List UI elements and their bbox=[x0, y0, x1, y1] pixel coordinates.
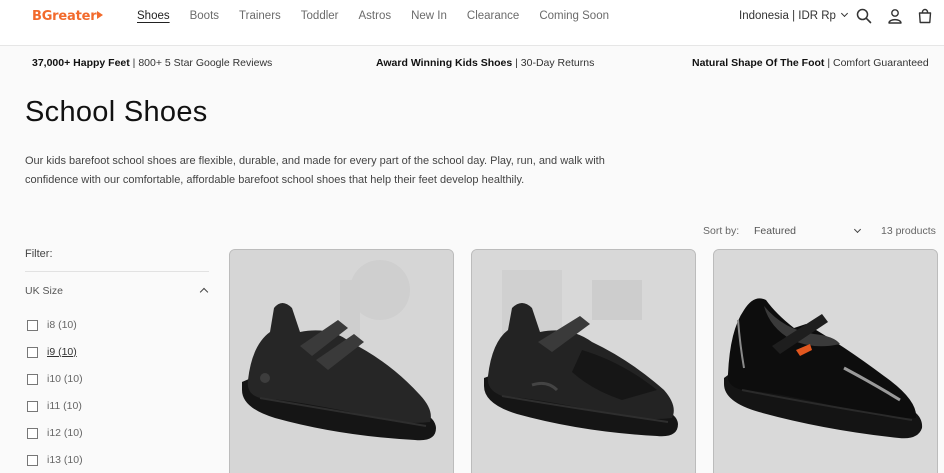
chevron-down-icon bbox=[853, 225, 861, 234]
divider bbox=[25, 308, 209, 309]
search-icon[interactable] bbox=[856, 8, 872, 24]
announcement-item: 37,000+ Happy Feet | 800+ 5 Star Google … bbox=[32, 57, 273, 69]
country-label: Indonesia | IDR Rp bbox=[739, 10, 836, 22]
sort-selected-value: Featured bbox=[754, 225, 797, 237]
account-icon[interactable] bbox=[887, 8, 903, 24]
divider bbox=[25, 271, 209, 272]
checkbox[interactable] bbox=[27, 400, 38, 412]
product-image[interactable] bbox=[472, 250, 696, 473]
checkbox[interactable] bbox=[27, 427, 38, 439]
site-header: BGreater Shoes Boots Trainers Toddler As… bbox=[0, 0, 944, 46]
filter-option-i13[interactable]: i13 (10) bbox=[27, 454, 83, 466]
filter-option-i12[interactable]: i12 (10) bbox=[27, 427, 83, 439]
sort-select[interactable]: Featured bbox=[754, 225, 861, 237]
checkbox[interactable] bbox=[27, 454, 38, 466]
announcement-item: Award Winning Kids Shoes | 30-Day Return… bbox=[376, 57, 595, 69]
chevron-down-icon bbox=[840, 9, 848, 18]
checkbox[interactable] bbox=[27, 346, 38, 358]
nav-new-in[interactable]: New In bbox=[411, 10, 447, 22]
nav-clearance[interactable]: Clearance bbox=[467, 10, 519, 22]
nav-toddler[interactable]: Toddler bbox=[301, 10, 339, 22]
nav-shoes[interactable]: Shoes bbox=[137, 10, 170, 22]
filter-option-i8[interactable]: i8 (10) bbox=[27, 319, 77, 331]
product-count: 13 products bbox=[881, 225, 936, 237]
product-card[interactable] bbox=[229, 249, 454, 473]
product-image[interactable] bbox=[230, 250, 454, 473]
checkbox[interactable] bbox=[27, 373, 38, 385]
checkbox[interactable] bbox=[27, 319, 38, 331]
country-selector[interactable]: Indonesia | IDR Rp bbox=[739, 9, 848, 22]
sort-label: Sort by: bbox=[703, 225, 740, 237]
product-image[interactable] bbox=[714, 250, 938, 473]
collection-description: Our kids barefoot school shoes are flexi… bbox=[25, 155, 605, 186]
nav-astros[interactable]: Astros bbox=[359, 10, 392, 22]
page-title: School Shoes bbox=[25, 96, 208, 128]
main-nav: Shoes Boots Trainers Toddler Astros New … bbox=[137, 10, 629, 22]
filter-label: Filter: bbox=[25, 248, 53, 260]
nav-trainers[interactable]: Trainers bbox=[239, 10, 281, 22]
filter-option-i9[interactable]: i9 (10) bbox=[27, 346, 77, 358]
filter-option-i11[interactable]: i11 (10) bbox=[27, 400, 82, 412]
product-card[interactable] bbox=[471, 249, 696, 473]
product-card[interactable] bbox=[713, 249, 938, 473]
filter-option-i10[interactable]: i10 (10) bbox=[27, 373, 83, 385]
chevron-up-icon[interactable] bbox=[199, 287, 209, 297]
filter-group-uk-size[interactable]: UK Size bbox=[25, 285, 63, 297]
cart-icon[interactable] bbox=[917, 8, 933, 24]
nav-coming-soon[interactable]: Coming Soon bbox=[539, 10, 609, 22]
announcement-bar: 37,000+ Happy Feet | 800+ 5 Star Google … bbox=[0, 57, 944, 71]
nav-boots[interactable]: Boots bbox=[190, 10, 219, 22]
brand-logo[interactable]: BGreater bbox=[32, 9, 104, 24]
announcement-item: Natural Shape Of The Foot | Comfort Guar… bbox=[692, 57, 929, 69]
